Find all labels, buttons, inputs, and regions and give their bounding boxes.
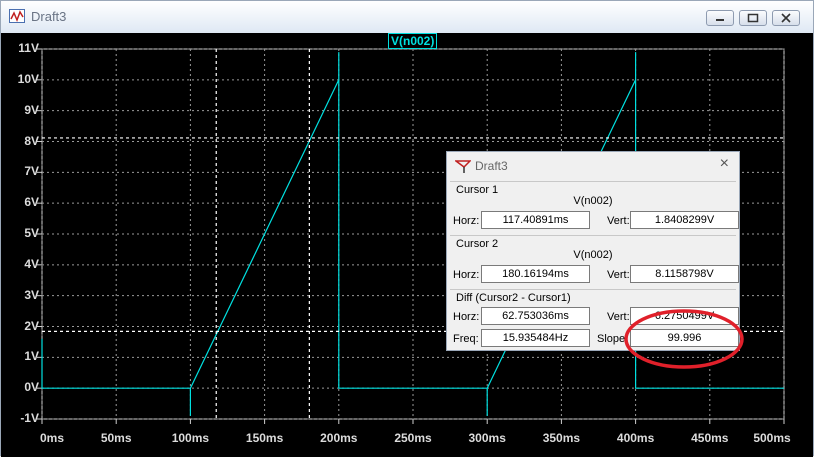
diff-vert-label: Vert: <box>607 311 630 323</box>
waveform-window: Draft3 11V 10V 9V 8V 7V 6V 5V 4V 3V 2V 1V 0V -1V 0ms… <box>0 0 814 457</box>
dialog-close-icon[interactable]: × <box>720 155 729 173</box>
cursor2-group: Cursor 2 V(n002) Horz: 180.16194ms Vert:… <box>450 235 739 290</box>
x-tick-label: 350ms <box>542 431 581 445</box>
x-tick-label: 150ms <box>245 431 284 445</box>
close-icon <box>781 13 791 23</box>
diff-slope-field[interactable]: 99.996 <box>630 329 739 347</box>
x-tick-label: 100ms <box>171 431 210 445</box>
x-tick-label: 0ms <box>39 431 65 445</box>
diff-group: Diff (Cursor2 - Cursor1) Horz: 62.753036… <box>450 289 739 350</box>
cursor1-vert-label: Vert: <box>607 215 630 227</box>
title-bar[interactable]: Draft3 <box>1 1 813 33</box>
minimize-icon <box>716 19 724 21</box>
y-tick-label: -1V <box>20 411 39 425</box>
y-tick-label: 6V <box>24 195 39 210</box>
cursor2-vert-field[interactable]: 8.1158798V <box>630 265 739 283</box>
cursor1-trace: V(n002) <box>573 195 613 207</box>
y-tick-label: 10V <box>17 71 39 86</box>
y-tick-label: 5V <box>24 226 39 240</box>
y-tick-label: 4V <box>24 256 39 271</box>
diff-group-label: Diff (Cursor2 - Cursor1) <box>456 292 571 304</box>
y-tick-label: 0V <box>24 380 39 395</box>
y-tick-label: 11V <box>18 41 39 55</box>
cursor1-horz-label: Horz: <box>453 215 480 227</box>
cursor2-horz-field[interactable]: 180.16194ms <box>481 265 590 283</box>
x-tick-label: 500ms <box>753 431 791 445</box>
diff-slope-label: Slope: <box>597 333 629 345</box>
restore-button[interactable] <box>739 10 767 26</box>
y-tick-label: 8V <box>24 133 39 148</box>
close-button[interactable] <box>772 10 800 26</box>
trace-label[interactable]: V(n002) <box>388 33 438 49</box>
diff-freq-field[interactable]: 15.935484Hz <box>481 329 590 347</box>
cursor-dialog[interactable]: Draft3 × Cursor 1 V(n002) Horz: 117.4089… <box>446 151 740 351</box>
diff-horz-field[interactable]: 62.753036ms <box>481 307 590 325</box>
cursor-dialog-icon <box>455 160 471 173</box>
cursor2-trace: V(n002) <box>573 249 613 261</box>
y-tick-label: 7V <box>24 164 39 179</box>
x-tick-label: 250ms <box>394 431 432 445</box>
x-tick-label: 400ms <box>616 431 655 445</box>
diff-vert-field[interactable]: 6.2750499V <box>630 307 739 325</box>
cursor1-vert-field[interactable]: 1.8408299V <box>630 211 739 229</box>
cursor-dialog-title: Draft3 <box>475 159 508 173</box>
cursor1-group: Cursor 1 V(n002) Horz: 117.40891ms Vert:… <box>450 181 739 236</box>
x-tick-label: 300ms <box>468 431 506 445</box>
window-title: Draft3 <box>31 9 67 24</box>
y-tick-label: 2V <box>24 318 39 333</box>
y-tick-label: 1V <box>24 349 39 364</box>
cursor1-horz-field[interactable]: 117.40891ms <box>481 211 590 229</box>
x-tick-label: 200ms <box>320 431 358 445</box>
diff-horz-label: Horz: <box>453 311 480 323</box>
x-tick-label: 50ms <box>100 431 132 445</box>
restore-icon <box>747 13 759 23</box>
y-tick-label: 3V <box>24 287 39 302</box>
minimize-button[interactable] <box>706 10 734 26</box>
cursor2-vert-label: Vert: <box>607 269 630 281</box>
diff-freq-label: Freq: <box>453 333 479 345</box>
x-tick-label: 450ms <box>691 431 729 445</box>
cursor2-horz-label: Horz: <box>453 269 480 281</box>
y-tick-label: 9V <box>24 102 39 117</box>
waveform-app-icon <box>9 9 25 23</box>
